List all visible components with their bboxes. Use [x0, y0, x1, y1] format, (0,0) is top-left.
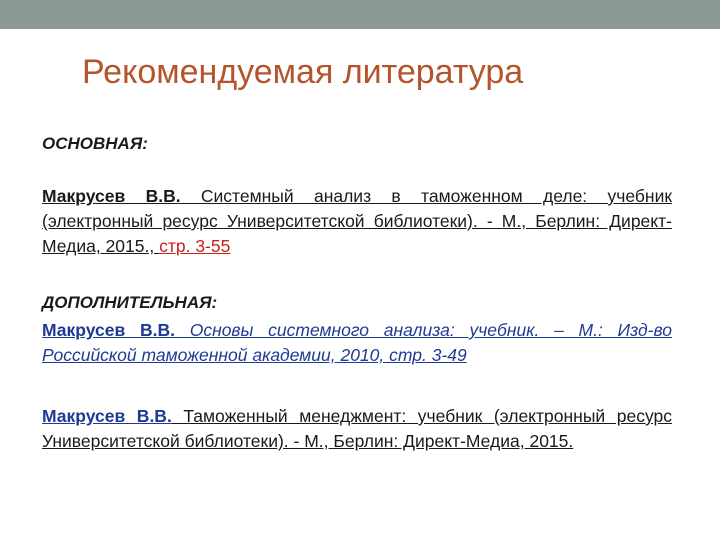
reference-additional-2: Макрусев В.В. Таможенный менеджмент: уче…: [42, 404, 672, 454]
reference-main-1: Макрусев В.В. Системный анализ в таможен…: [42, 184, 672, 259]
reference-pages: стр. 3-55: [159, 236, 231, 256]
reference-author: Макрусев В.В.: [42, 186, 181, 206]
main-literature-heading: ОСНОВНАЯ:: [42, 134, 148, 153]
top-band: [0, 0, 720, 29]
reference-author: Макрусев В.В.: [42, 320, 175, 340]
reference-additional-1: Макрусев В.В. Основы системного анализа:…: [42, 318, 672, 368]
page-title: Рекомендуемая литература: [82, 53, 524, 91]
additional-literature-heading: ДОПОЛНИТЕЛЬНАЯ:: [42, 293, 218, 312]
reference-author: Макрусев В.В.: [42, 406, 172, 426]
